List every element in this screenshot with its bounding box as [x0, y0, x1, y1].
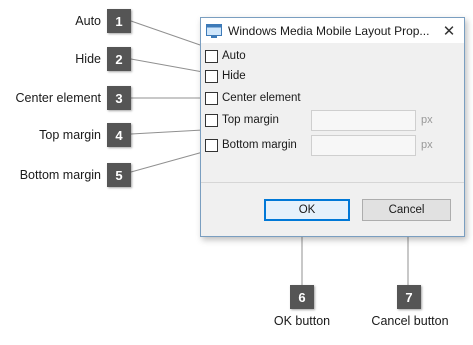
top-margin-unit: px	[421, 114, 433, 126]
callout-label-top-margin: Top margin	[39, 128, 101, 142]
layout-properties-dialog: Windows Media Mobile Layout Prop... ✕ Au…	[200, 17, 465, 237]
bottom-margin-checkbox[interactable]	[205, 138, 218, 152]
hide-label: Hide	[222, 70, 246, 82]
callout-label-center-element: Center element	[15, 91, 101, 105]
hide-checkbox[interactable]	[205, 69, 218, 83]
callout-badge-1: 1	[107, 9, 131, 33]
connector-line-4	[130, 129, 204, 135]
callout-badge-3: 3	[107, 86, 131, 110]
option-center-element[interactable]: Center element	[205, 90, 301, 106]
option-hide[interactable]: Hide	[205, 68, 246, 84]
connector-line-2	[130, 58, 204, 73]
top-margin-checkbox[interactable]	[205, 113, 218, 127]
option-top-margin[interactable]: Top margin	[205, 112, 279, 128]
dialog-titlebar[interactable]: Windows Media Mobile Layout Prop... ✕	[201, 18, 464, 43]
center-element-checkbox[interactable]	[205, 91, 218, 105]
callout-badge-2: 2	[107, 47, 131, 71]
top-margin-input[interactable]	[311, 110, 416, 131]
bottom-margin-label: Bottom margin	[222, 139, 297, 151]
auto-label: Auto	[222, 50, 246, 62]
dialog-title: Windows Media Mobile Layout Prop...	[228, 23, 430, 38]
auto-checkbox[interactable]	[205, 49, 218, 63]
callout-label-auto: Auto	[75, 14, 101, 28]
callout-label-ok-button: OK button	[273, 314, 331, 328]
callout-badge-6: 6	[290, 285, 314, 309]
callout-label-hide: Hide	[75, 52, 101, 66]
callout-badge-5: 5	[107, 163, 131, 187]
cancel-button[interactable]: Cancel	[362, 199, 451, 221]
bottom-margin-unit: px	[421, 139, 433, 151]
option-auto[interactable]: Auto	[205, 48, 246, 64]
connector-line-1	[130, 20, 204, 47]
callout-badge-7: 7	[397, 285, 421, 309]
button-area-divider	[201, 182, 464, 183]
connector-line-5	[130, 151, 204, 173]
close-icon[interactable]: ✕	[440, 22, 458, 40]
center-element-label: Center element	[222, 92, 301, 104]
callout-badge-4: 4	[107, 123, 131, 147]
option-bottom-margin[interactable]: Bottom margin	[205, 137, 297, 153]
callout-label-cancel-button: Cancel button	[371, 314, 449, 328]
top-margin-label: Top margin	[222, 114, 279, 126]
media-window-icon	[206, 23, 222, 38]
bottom-margin-input[interactable]	[311, 135, 416, 156]
ok-button[interactable]: OK	[264, 199, 350, 221]
callout-label-bottom-margin: Bottom margin	[19, 168, 101, 182]
